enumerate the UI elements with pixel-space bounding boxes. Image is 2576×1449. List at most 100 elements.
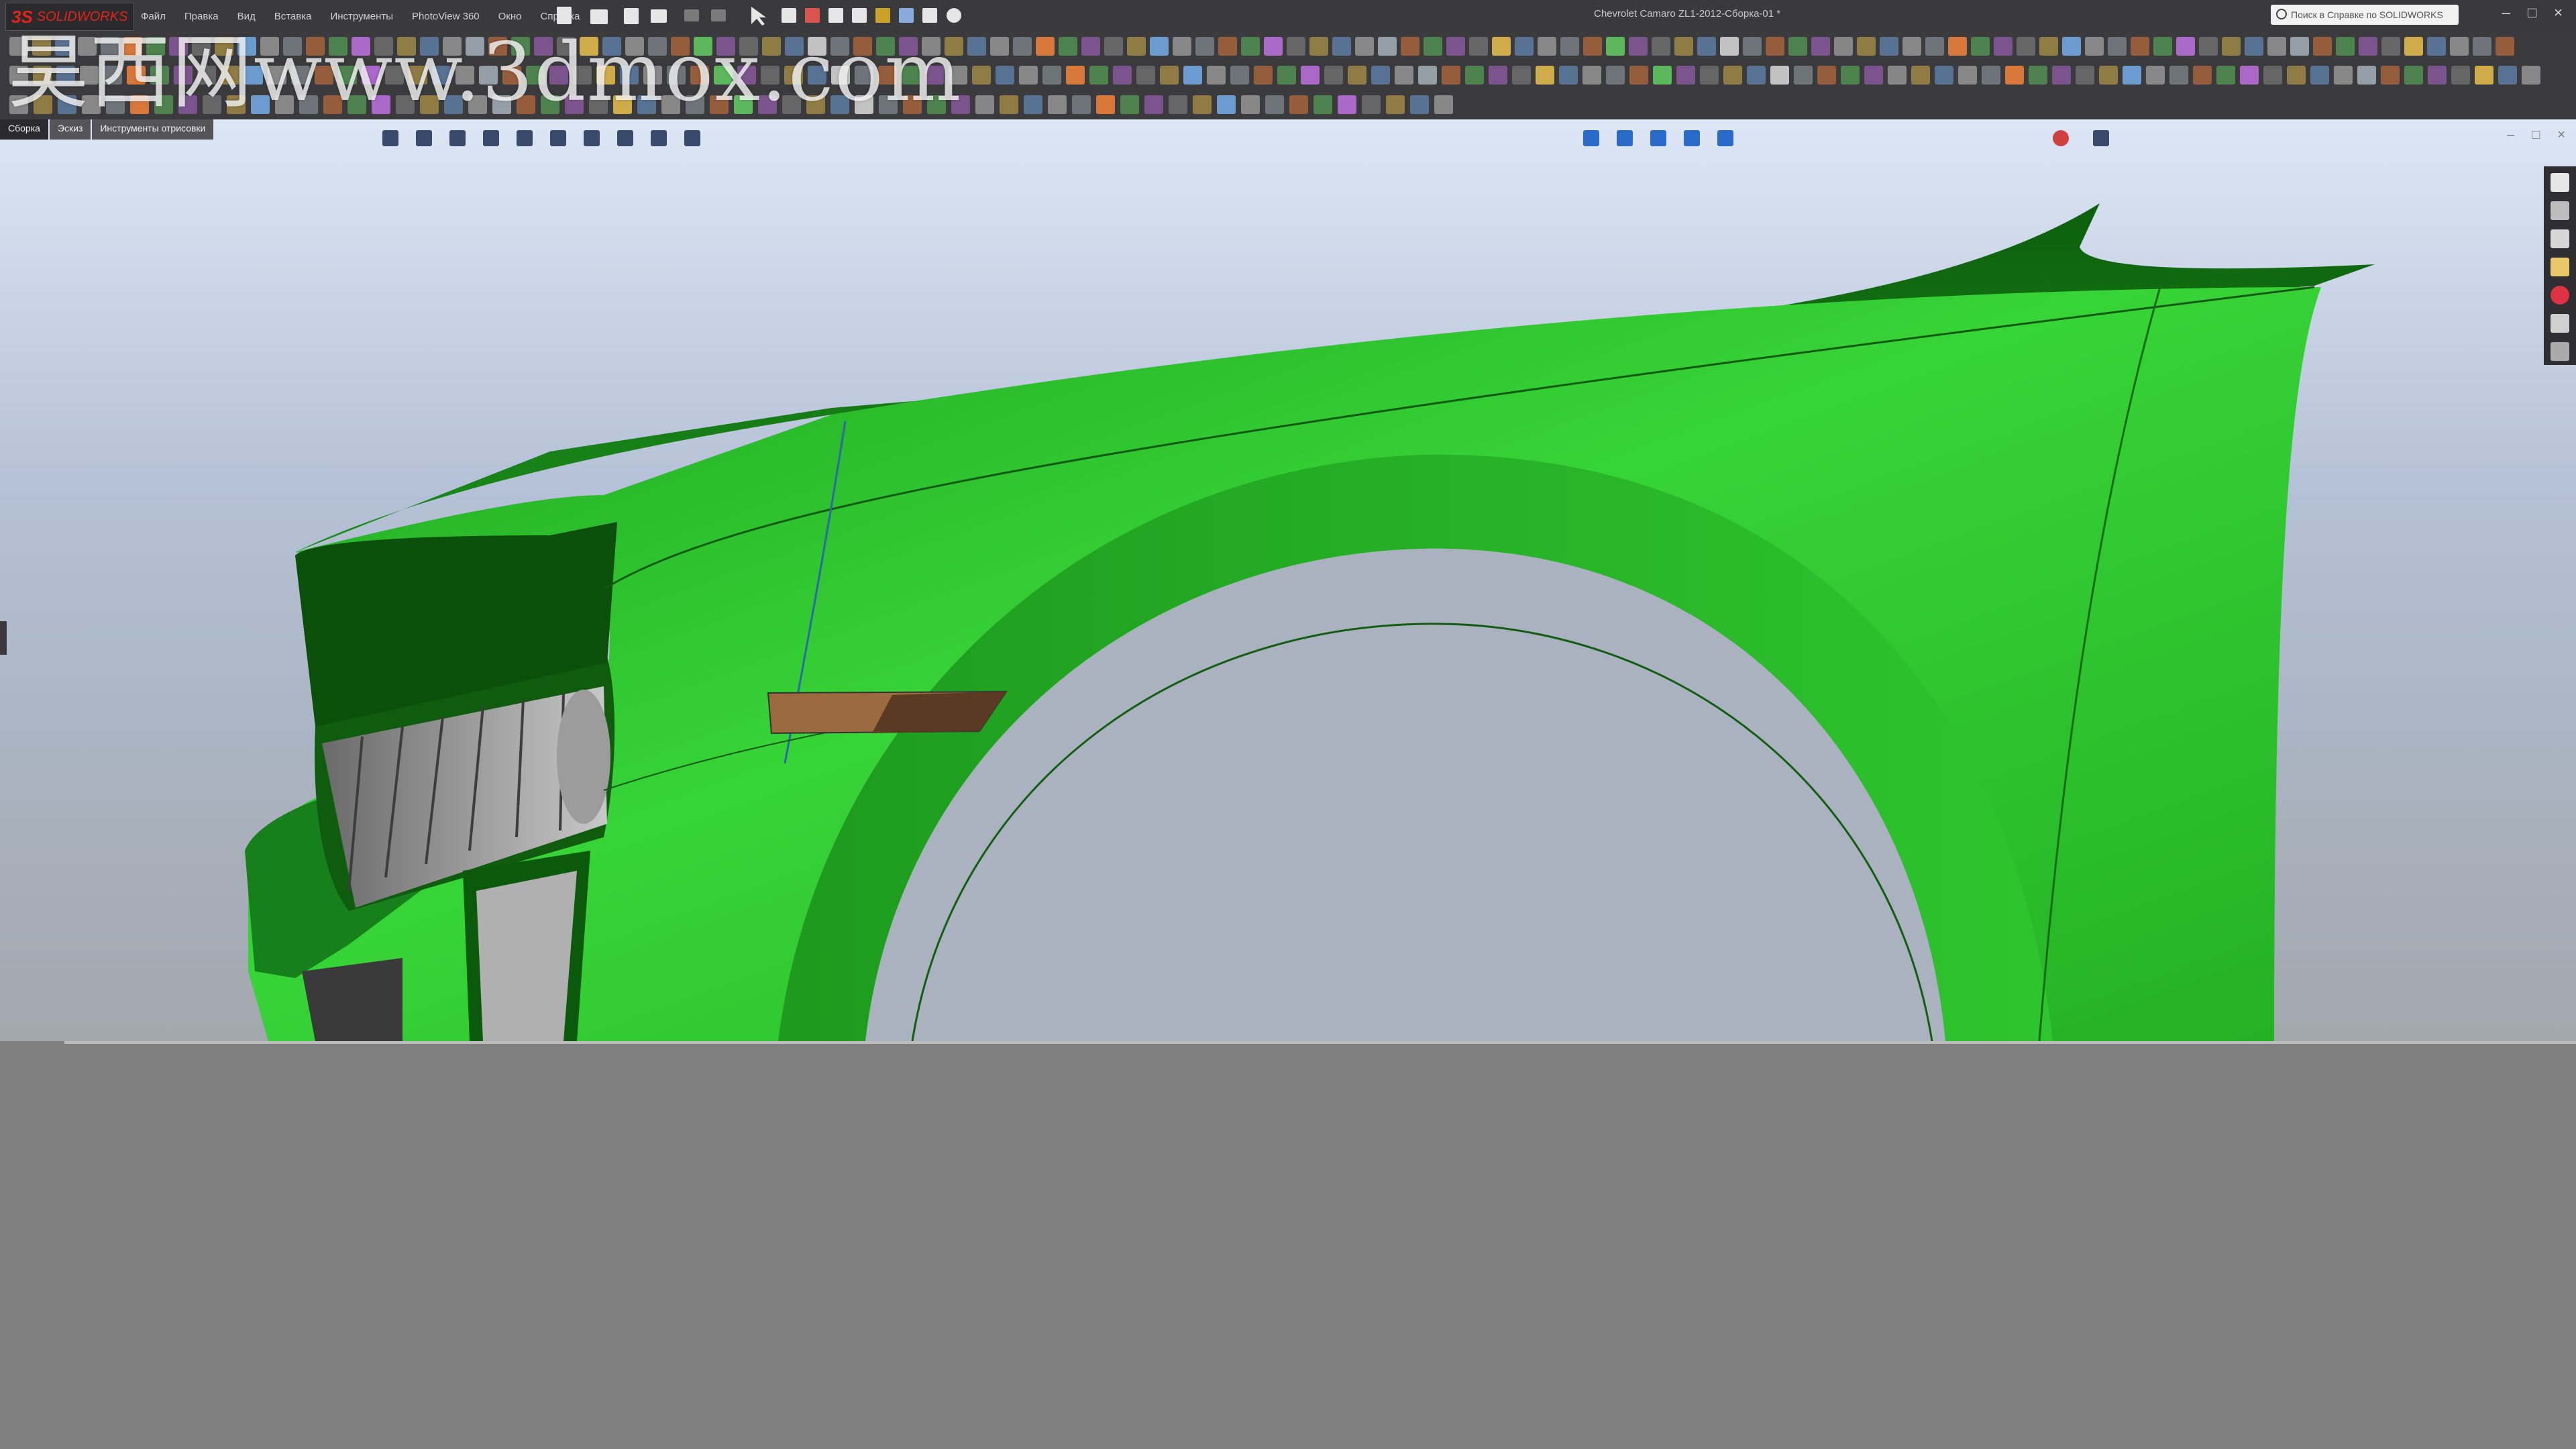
toolbar-command-icon[interactable] (1697, 37, 1716, 56)
minimize-icon[interactable]: – (2502, 4, 2510, 21)
toolbar-command-icon[interactable] (2287, 66, 2306, 85)
toolbar-command-icon[interactable] (1583, 37, 1602, 56)
toolbar-command-icon[interactable] (2099, 66, 2118, 85)
restore-icon[interactable]: □ (2528, 4, 2536, 21)
appearances-icon[interactable] (2551, 286, 2569, 305)
toolbar-command-icon[interactable] (1817, 66, 1836, 85)
toolbar-command-icon[interactable] (1674, 37, 1693, 56)
toolbar-command-icon[interactable] (1465, 66, 1484, 85)
toolbar-command-icon[interactable] (1723, 66, 1742, 85)
toolbar-command-icon[interactable] (1136, 66, 1155, 85)
toolbar-command-icon[interactable] (1410, 95, 1429, 114)
toolbar-command-icon[interactable] (2336, 37, 2355, 56)
toolbar-command-icon[interactable] (2245, 37, 2263, 56)
toolbar-command-icon[interactable] (2076, 66, 2094, 85)
toolbar-command-icon[interactable] (2222, 37, 2241, 56)
toolbar-command-icon[interactable] (2381, 66, 2400, 85)
toolbar-command-icon[interactable] (1024, 95, 1042, 114)
toolbar-command-icon[interactable] (2357, 66, 2376, 85)
toolbar-command-icon[interactable] (1841, 66, 1860, 85)
toolbar-command-icon[interactable] (2359, 37, 2377, 56)
toolbar-command-icon[interactable] (1160, 66, 1179, 85)
toolbar-command-icon[interactable] (1492, 37, 1511, 56)
home-icon[interactable] (2551, 173, 2569, 192)
toolbar-command-icon[interactable] (2473, 37, 2491, 56)
toolbar-command-icon[interactable] (2496, 37, 2514, 56)
toolbar-command-icon[interactable] (2427, 37, 2446, 56)
toolbar-command-icon[interactable] (2313, 37, 2332, 56)
toolbar-command-icon[interactable] (1096, 95, 1115, 114)
toolbar-command-icon[interactable] (1048, 95, 1067, 114)
toolbar-command-icon[interactable] (1332, 37, 1351, 56)
toolbar-command-icon[interactable] (2153, 37, 2172, 56)
toolbar-command-icon[interactable] (1743, 37, 1762, 56)
toolbar-command-icon[interactable] (2216, 66, 2235, 85)
toolbar-command-icon[interactable] (990, 37, 1009, 56)
toolbar-command-icon[interactable] (2146, 66, 2165, 85)
top-view-icon[interactable] (1650, 130, 1666, 146)
toolbar-command-icon[interactable] (1864, 66, 1883, 85)
appearance-ball-icon[interactable] (2053, 130, 2069, 146)
toolbar-command-icon[interactable] (1254, 66, 1273, 85)
toolbar-command-icon[interactable] (2123, 66, 2141, 85)
toolbar-command-icon[interactable] (1150, 37, 1169, 56)
toolbar-command-icon[interactable] (1424, 37, 1442, 56)
tab-assembly[interactable]: Сборка (0, 119, 48, 140)
toolbar-command-icon[interactable] (1747, 66, 1766, 85)
toolbar-command-icon[interactable] (1378, 37, 1397, 56)
right-view-icon[interactable] (1684, 130, 1700, 146)
toolbar-command-icon[interactable] (2263, 66, 2282, 85)
toolbar-command-icon[interactable] (1958, 66, 1977, 85)
zoom-to-fit-icon[interactable] (382, 130, 398, 146)
doc-close-icon[interactable]: × (2557, 127, 2565, 143)
toolbar-command-icon[interactable] (2169, 66, 2188, 85)
isometric-icon[interactable] (1583, 130, 1599, 146)
toolbar-command-icon[interactable] (1653, 66, 1672, 85)
toolbar-command-icon[interactable] (2131, 37, 2149, 56)
toolbar-command-icon[interactable] (2381, 37, 2400, 56)
toolbar-command-icon[interactable] (2498, 66, 2517, 85)
close-icon[interactable]: × (2554, 4, 2563, 21)
toolbar-command-icon[interactable] (1217, 95, 1236, 114)
edit-appearance-icon[interactable] (617, 130, 633, 146)
toolbar-command-icon[interactable] (1788, 37, 1807, 56)
toolbar-command-icon[interactable] (1446, 37, 1465, 56)
toolbar-command-icon[interactable] (1629, 66, 1648, 85)
toolbar-command-icon[interactable] (1173, 37, 1191, 56)
toolbar-command-icon[interactable] (1559, 66, 1578, 85)
toolbar-command-icon[interactable] (1000, 95, 1018, 114)
toolbar-command-icon[interactable] (2005, 66, 2024, 85)
toolbar-command-icon[interactable] (2404, 66, 2423, 85)
resources-icon[interactable] (2551, 201, 2569, 220)
toolbar-command-icon[interactable] (2450, 37, 2469, 56)
toolbar-command-icon[interactable] (1386, 95, 1405, 114)
toolbar-command-icon[interactable] (1301, 66, 1320, 85)
file-explorer-icon[interactable] (2551, 258, 2569, 276)
toolbar-command-icon[interactable] (1013, 37, 1032, 56)
toolbar-command-icon[interactable] (1120, 95, 1139, 114)
toolbar-command-icon[interactable] (2062, 37, 2081, 56)
toolbar-command-icon[interactable] (1582, 66, 1601, 85)
toolbar-command-icon[interactable] (2428, 66, 2447, 85)
toolbar-command-icon[interactable] (2290, 37, 2309, 56)
toolbar-command-icon[interactable] (2267, 37, 2286, 56)
toolbar-command-icon[interactable] (2404, 37, 2423, 56)
toolbar-command-icon[interactable] (1401, 37, 1419, 56)
view-settings-icon[interactable] (684, 130, 700, 146)
toolbar-command-icon[interactable] (1324, 66, 1343, 85)
display-style-icon[interactable] (550, 130, 566, 146)
toolbar-command-icon[interactable] (1834, 37, 1853, 56)
doc-restore-icon[interactable]: □ (2532, 127, 2540, 143)
monitor-icon[interactable] (2093, 130, 2109, 146)
toolbar-command-icon[interactable] (2193, 66, 2212, 85)
forum-icon[interactable] (2551, 342, 2569, 361)
help-search-input[interactable]: Поиск в Справке по SOLIDWORKS (2271, 5, 2459, 25)
feature-tree-expand-handle[interactable] (0, 621, 7, 655)
previous-view-icon[interactable] (449, 130, 466, 146)
toolbar-command-icon[interactable] (1059, 37, 1077, 56)
zoom-to-area-icon[interactable] (416, 130, 432, 146)
toolbar-command-icon[interactable] (1127, 37, 1146, 56)
design-library-icon[interactable] (2551, 229, 2569, 248)
toolbar-command-icon[interactable] (1888, 66, 1907, 85)
toolbar-command-icon[interactable] (1418, 66, 1437, 85)
